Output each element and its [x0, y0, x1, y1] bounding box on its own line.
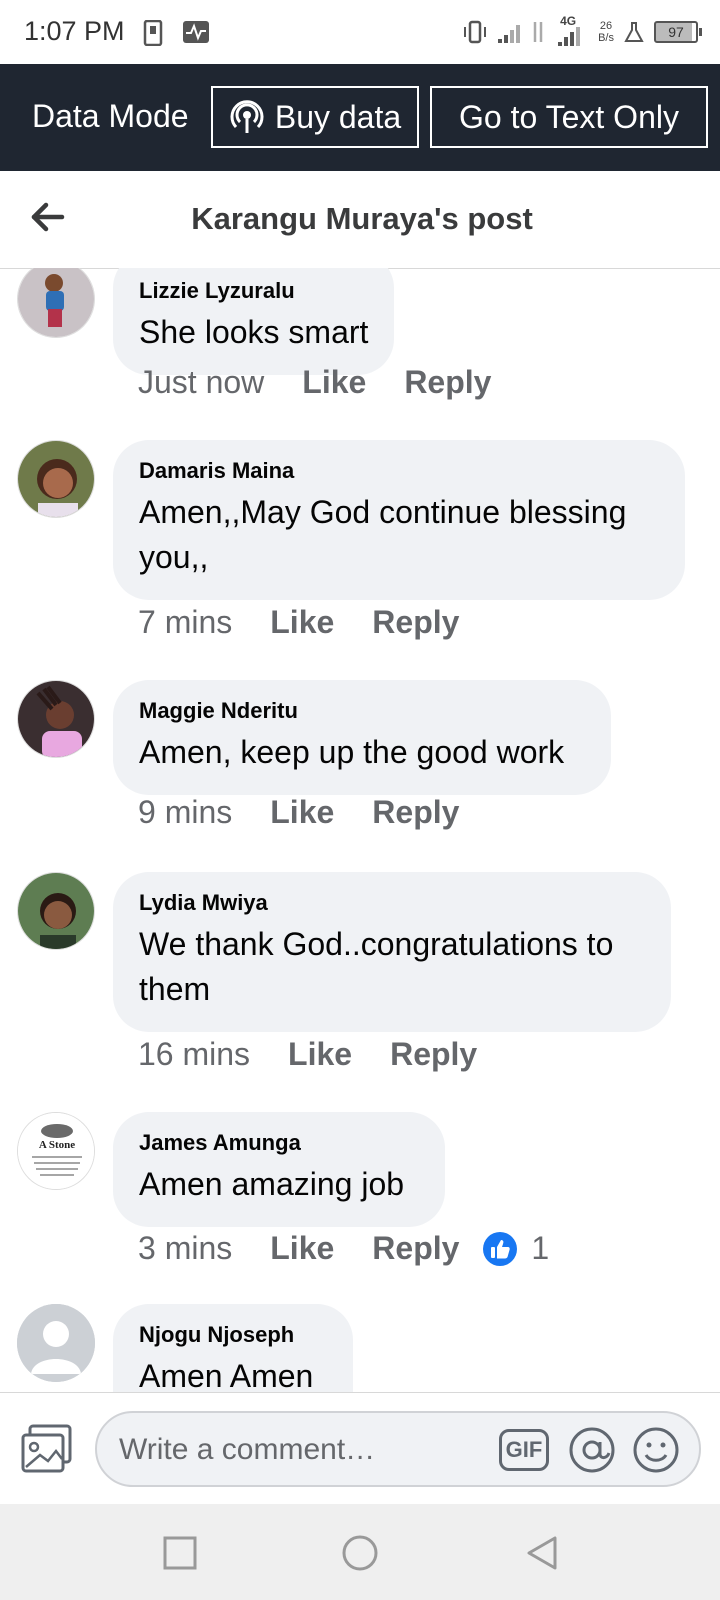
comment-placeholder: Write a comment… — [119, 1433, 376, 1466]
at-icon[interactable] — [567, 1425, 617, 1475]
text-only-button[interactable]: Go to Text Only — [430, 86, 708, 148]
status-time: 1:07 PM — [24, 16, 125, 46]
comment-time: 3 mins — [138, 1230, 233, 1266]
comment-actions: 7 mins Like Reply — [138, 604, 497, 641]
reply-button[interactable]: Reply — [372, 1230, 459, 1267]
status-bar: 1:07 PM 4G 26 B/s 97 — [0, 0, 720, 64]
comment-text: Amen,,May God continue blessing you,, — [139, 494, 627, 575]
comment-actions: Just now Like Reply — [138, 364, 529, 401]
comment-composer: Write a comment… GIF — [0, 1392, 720, 1505]
comment-text: Amen amazing job — [139, 1166, 405, 1202]
data-transfer-icon — [533, 22, 543, 42]
phone-status-icon — [143, 20, 163, 46]
comment-bubble[interactable]: Damaris Maina Amen,,May God continue ble… — [113, 440, 685, 600]
recents-icon[interactable] — [161, 1534, 199, 1572]
like-button[interactable]: Like — [270, 1230, 334, 1267]
broadcast-icon — [230, 100, 264, 133]
comment-text: She looks smart — [139, 314, 369, 350]
activity-icon — [183, 21, 209, 43]
comment-author[interactable]: Damaris Maina — [139, 458, 659, 484]
network-speed: 26 B/s — [598, 20, 614, 44]
avatar[interactable] — [17, 1304, 95, 1382]
comment-author[interactable]: James Amunga — [139, 1130, 419, 1156]
home-icon[interactable] — [341, 1534, 379, 1572]
status-right: 4G 26 B/s 97 — [462, 14, 702, 50]
post-header: Karangu Muraya's post — [0, 171, 720, 269]
comment-time: 9 mins — [138, 794, 233, 830]
comments-list[interactable]: Lizzie Lyzuralu She looks smart Just now… — [0, 268, 720, 1392]
avatar[interactable]: A Stone — [17, 1112, 95, 1190]
avatar[interactable] — [17, 872, 95, 950]
comment-author[interactable]: Njogu Njoseph — [139, 1322, 327, 1348]
vibrate-icon — [464, 20, 487, 44]
comment-actions: 9 mins Like Reply — [138, 794, 497, 831]
comment-time: 16 mins — [138, 1036, 251, 1072]
reaction-count[interactable]: 1 — [531, 1230, 549, 1267]
comment-bubble[interactable]: Njogu Njoseph Amen Amen — [113, 1304, 353, 1392]
comment-bubble[interactable]: Lydia Mwiya We thank God..congratulation… — [113, 872, 671, 1032]
like-button[interactable]: Like — [288, 1036, 352, 1073]
flask-icon — [624, 22, 644, 42]
signal-icon-2 — [558, 26, 581, 46]
page-title: Karangu Muraya's post — [191, 201, 533, 236]
comment-actions: 16 mins Like Reply — [138, 1036, 515, 1073]
gif-button[interactable]: GIF — [499, 1429, 549, 1471]
emoji-icon[interactable] — [631, 1425, 681, 1475]
buy-data-button[interactable]: Buy data — [211, 86, 419, 148]
comment-input[interactable]: Write a comment… GIF — [95, 1411, 701, 1487]
nav-back-icon[interactable] — [523, 1534, 561, 1572]
buy-data-label: Buy data — [274, 98, 402, 135]
like-button[interactable]: Like — [302, 364, 366, 401]
comment-author[interactable]: Maggie Nderitu — [139, 698, 585, 724]
avatar[interactable] — [17, 268, 95, 338]
battery-icon: 97 — [654, 21, 702, 43]
comment-author[interactable]: Lydia Mwiya — [139, 890, 645, 916]
avatar[interactable] — [17, 680, 95, 758]
comment-bubble[interactable]: James Amunga Amen amazing job — [113, 1112, 445, 1227]
comment-actions: 3 mins Like Reply 1 — [138, 1230, 549, 1267]
like-button[interactable]: Like — [270, 794, 334, 831]
comment-author[interactable]: Lizzie Lyzuralu — [139, 278, 368, 304]
comment-bubble[interactable]: Maggie Nderitu Amen, keep up the good wo… — [113, 680, 611, 795]
like-icon[interactable] — [483, 1231, 518, 1266]
like-button[interactable]: Like — [270, 604, 334, 641]
comment-time: 7 mins — [138, 604, 233, 640]
comment-text: We thank God..congratulations to them — [139, 926, 614, 1007]
navigation-bar — [0, 1504, 720, 1600]
avatar[interactable] — [17, 440, 95, 518]
reply-button[interactable]: Reply — [372, 794, 459, 831]
data-mode-bar: Data Mode Buy data Go to Text Only — [0, 64, 720, 171]
comment-text: Amen, keep up the good work — [139, 734, 565, 770]
signal-icon — [498, 21, 521, 43]
comment-bubble[interactable]: Lizzie Lyzuralu She looks smart — [113, 268, 395, 375]
avatar-text: A Stone — [38, 1139, 76, 1151]
reply-button[interactable]: Reply — [404, 364, 491, 401]
network-4g: 4G — [556, 14, 588, 48]
photo-icon[interactable] — [20, 1423, 74, 1475]
comment-text: Amen Amen — [139, 1358, 314, 1392]
reply-button[interactable]: Reply — [390, 1036, 477, 1073]
reply-button[interactable]: Reply — [372, 604, 459, 641]
comment-time: Just now — [138, 364, 265, 400]
data-mode-label: Data Mode — [32, 98, 189, 134]
